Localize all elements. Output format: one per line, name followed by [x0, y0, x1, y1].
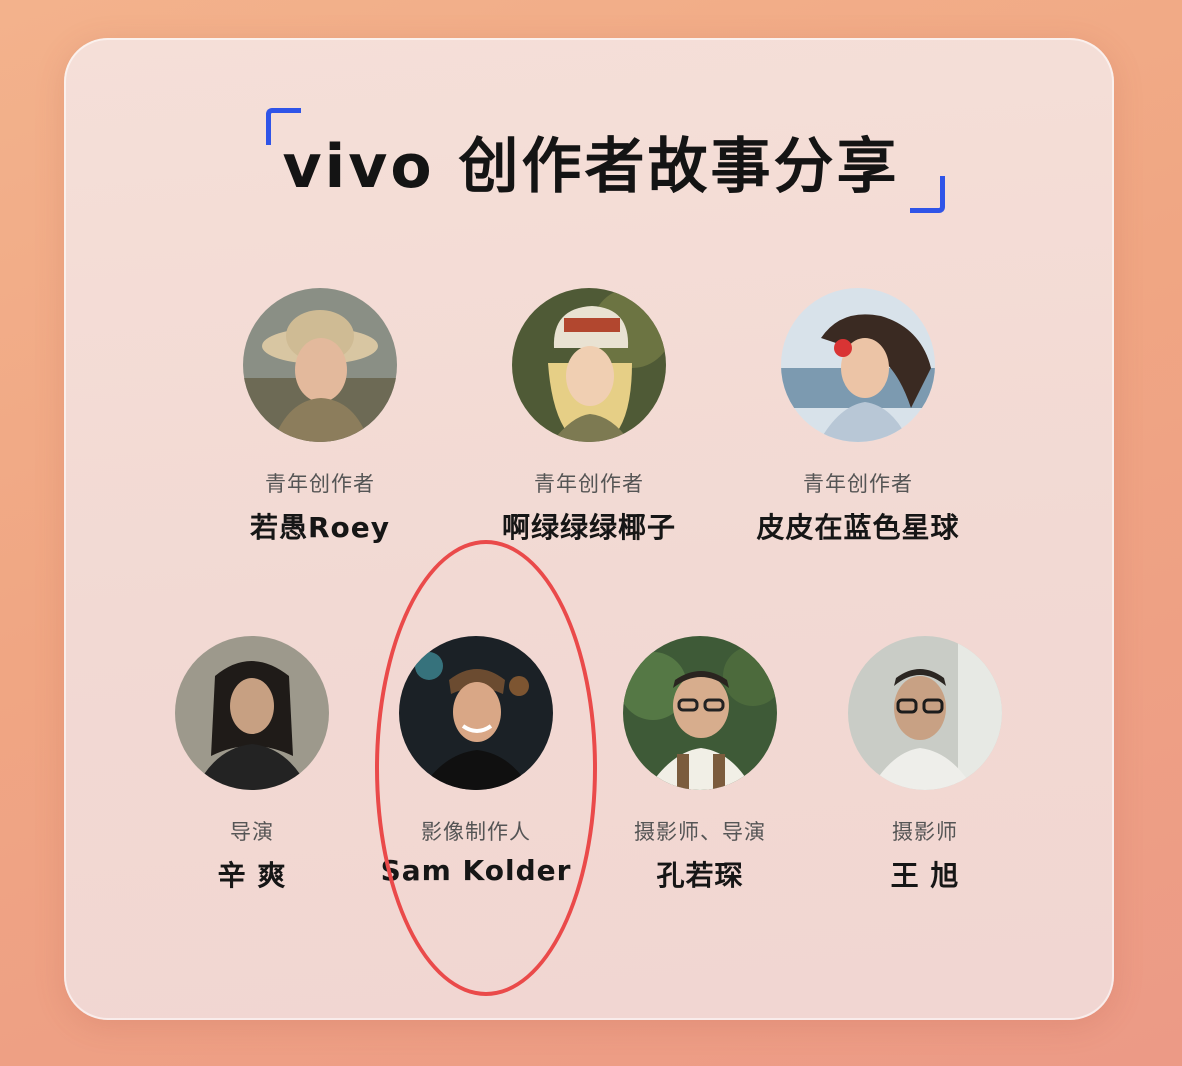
creator-name: 啊绿绿绿椰子	[501, 511, 676, 544]
creator-name: 皮皮在蓝色星球	[756, 511, 960, 544]
creator-name: 若愚Roey	[249, 511, 391, 544]
page-title: vivo 创作者故事分享	[282, 132, 900, 202]
creator-name: 孔若琛	[656, 859, 744, 892]
creator-lvlv-yezi[interactable]: 青年创作者 啊绿绿绿椰子	[479, 288, 699, 546]
avatar-portrait	[512, 288, 666, 442]
creator-roey[interactable]: 青年创作者 若愚Roey	[210, 288, 430, 546]
highlight-circle	[375, 540, 597, 996]
creator-role: 摄影师	[892, 820, 958, 844]
avatar-portrait	[243, 288, 397, 442]
avatar-portrait	[623, 636, 777, 790]
creator-kong-ruochen[interactable]: 摄影师、导演 孔若琛	[590, 636, 810, 894]
avatar-portrait	[848, 636, 1002, 790]
creator-avatar[interactable]	[175, 636, 329, 790]
creator-role: 摄影师、导演	[634, 820, 766, 844]
creator-avatar[interactable]	[623, 636, 777, 790]
creator-avatar[interactable]	[512, 288, 666, 442]
creator-avatar[interactable]	[243, 288, 397, 442]
creator-avatar[interactable]	[781, 288, 935, 442]
creator-role: 导演	[230, 820, 274, 844]
creator-xin-shuang[interactable]: 导演 辛 爽	[142, 636, 362, 894]
avatar-portrait	[175, 636, 329, 790]
avatar-portrait	[781, 288, 935, 442]
creator-wang-xu[interactable]: 摄影师 王 旭	[815, 636, 1035, 894]
creator-name: 辛 爽	[217, 859, 287, 892]
creator-role: 青年创作者	[534, 472, 644, 496]
creator-name: 王 旭	[890, 859, 960, 892]
creator-role: 青年创作者	[803, 472, 913, 496]
creator-pipi[interactable]: 青年创作者 皮皮在蓝色星球	[748, 288, 968, 546]
creator-avatar[interactable]	[848, 636, 1002, 790]
creator-role: 青年创作者	[265, 472, 375, 496]
